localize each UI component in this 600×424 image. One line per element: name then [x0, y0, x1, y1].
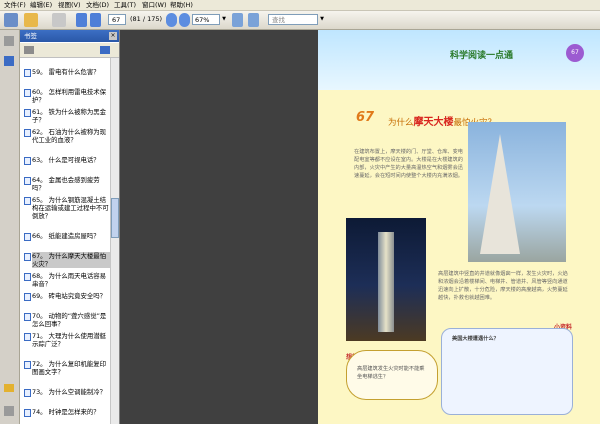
bookmark-label: 73。 为什么空调能制冷？ [32, 388, 107, 396]
menu-view[interactable]: 视图(V) [56, 0, 83, 10]
bookmarks-panel-header: 书签 × [20, 30, 119, 42]
bookmark-label: 68。 为什么雨天电话容易串音？ [32, 272, 107, 288]
bookmark-label: 70。 动物的“聋穴感觉”是怎么回事？ [32, 312, 107, 328]
bookmark-icon [24, 409, 31, 417]
think-note-text: 高层建筑发生火灾时能不能乘坐电梯逃生？ [357, 366, 425, 380]
bookmark-label: 59。 雷电有什么危害？ [32, 68, 100, 76]
menu-window[interactable]: 窗口(W) [140, 0, 169, 10]
bookmark-icon [24, 197, 31, 205]
zoom-in-icon[interactable] [179, 13, 190, 27]
menu-edit[interactable]: 编辑(E) [28, 0, 54, 10]
bookmark-label: 65。 为什么钢筋混凝土结构在运输或建工过程中不可倒放？ [32, 196, 109, 220]
bookmarks-scrollbar[interactable] [110, 58, 119, 424]
bookmark-label: 62。 石油为什么被称为现代工业的血液？ [32, 128, 107, 144]
pages-icon[interactable] [4, 36, 14, 46]
bookmark-label: 74。 时钟是怎样来的？ [32, 408, 100, 416]
bookmarks-panel-title: 书签 [24, 32, 37, 40]
callout-title: 美国大楼遭遇什么？ [452, 336, 499, 342]
scrollbar-thumb[interactable] [111, 198, 119, 238]
bookmark-list: 59。 雷电有什么危害？ 60。 怎样利用雷电技术保护？ 61。 铁为什么被称为黑金… [20, 58, 111, 424]
attachments-icon[interactable] [4, 406, 14, 416]
bookmark-label: 72。 为什么复印机能复印图画文字？ [32, 360, 107, 376]
back-icon[interactable] [52, 13, 66, 27]
paragraph-1: 在建筑布置上，摩天楼的门、厅堂、仓库、变电配电室等都不应设在室内。大楼是在大楼建… [354, 149, 463, 179]
bookmark-icon [24, 361, 31, 369]
bookmark-icon [24, 89, 31, 97]
bookmark-icon [24, 273, 31, 281]
bookmark-icon [24, 389, 31, 397]
menu-bar: 文件(F) 编辑(E) 视图(V) 文档(D) 工具(T) 窗口(W) 帮助(H… [0, 0, 600, 11]
bookmark-icon [24, 69, 31, 77]
page-count-label: (81 / 175) [130, 15, 163, 23]
chapter-title-highlight: 摩天大楼 [413, 117, 454, 128]
bookmarks-icon[interactable] [4, 56, 14, 66]
zoom-dropdown-icon[interactable]: ▼ [220, 14, 228, 25]
bookmark-label: 64。 金属也会感到疲劳吗？ [32, 176, 100, 192]
zoom-input[interactable]: 67% [192, 14, 220, 25]
bookmark-icon [24, 313, 31, 321]
close-panel-button[interactable]: × [109, 32, 117, 40]
bookmark-label: 67。 为什么摩天大楼最怕火灾？ [32, 252, 110, 268]
think-note: 高层建筑发生火灾时能不能乘坐电梯逃生？ [346, 350, 438, 400]
bookmark-icon [24, 333, 31, 341]
prev-page-icon[interactable] [76, 13, 87, 27]
fit-page-icon[interactable] [232, 13, 243, 27]
search-dropdown-icon[interactable]: ▼ [318, 14, 326, 25]
search-input[interactable]: 查找 [268, 14, 318, 25]
info-callout: 美国大楼遭遇什么？ [441, 328, 573, 415]
pyramid-shape [480, 134, 520, 254]
menu-document[interactable]: 文档(D) [84, 0, 111, 10]
bookmark-label: 71。 大理为什么使用潜艇示踪广泛？ [32, 332, 107, 348]
menu-help[interactable]: 帮助(H) [168, 0, 195, 10]
bookmark-label: 66。 纸能建造房屋吗？ [32, 232, 100, 240]
toolbar: 67 (81 / 175) 67% ▼ 查找 ▼ [0, 11, 600, 30]
new-bookmark-icon[interactable] [100, 46, 110, 54]
bookmark-label: 61。 铁为什么被称为黑金子？ [32, 108, 107, 124]
skyscraper-photo-day [468, 122, 566, 262]
tower-shape [378, 232, 394, 332]
bookmarks-panel: 书签 × 59。 雷电有什么危害？ 60。 怎样利用雷电技术保护？ 61。 铁为什么… [20, 30, 120, 424]
paragraph-2: 高层建筑中竖直的井道就像烟囱一样，发生火灾时，火焰和浓烟会沿着楼梯间、电梯井、管… [438, 271, 568, 301]
bookmark-icon [24, 177, 31, 185]
comments-icon[interactable] [4, 384, 14, 392]
page-badge: 67 [566, 44, 584, 62]
zoom-out-icon[interactable] [166, 13, 177, 27]
menu-tools[interactable]: 工具(T) [112, 0, 138, 10]
page-header-title: 科学阅读一点通 [450, 51, 514, 61]
bookmark-icon [24, 129, 31, 137]
fit-width-icon[interactable] [248, 13, 259, 27]
hand-tool-icon[interactable] [24, 13, 38, 27]
bookmark-label: 63。 什么是可视电话？ [32, 156, 100, 164]
menu-file[interactable]: 文件(F) [2, 0, 28, 10]
options-icon[interactable] [24, 46, 34, 54]
bookmark-icon [24, 109, 31, 117]
chapter-title-prefix: 为什么 [388, 118, 414, 128]
bookmark-label: 69。 砖电站究竟安全吗？ [32, 292, 107, 300]
bookmarks-toolbar [20, 43, 119, 58]
pdf-page: 科学阅读一点通 67 67 为什么摩天大楼最怕火灾？ 在建筑布置上，摩天楼的门、… [318, 30, 600, 424]
page-number-input[interactable]: 67 [108, 14, 126, 25]
bookmark-icon [24, 233, 31, 241]
chapter-number: 67 [356, 110, 375, 125]
bookmark-icon [24, 253, 31, 261]
navigation-dock [0, 30, 20, 424]
bookmark-icon [24, 157, 31, 165]
print-icon[interactable] [4, 13, 18, 27]
bookmark-icon [24, 293, 31, 301]
bookmark-label: 60。 怎样利用雷电技术保护？ [32, 88, 107, 104]
document-viewport[interactable]: 科学阅读一点通 67 67 为什么摩天大楼最怕火灾？ 在建筑布置上，摩天楼的门、… [120, 30, 600, 424]
skyscraper-photo-night [346, 218, 426, 341]
next-page-icon[interactable] [90, 13, 101, 27]
